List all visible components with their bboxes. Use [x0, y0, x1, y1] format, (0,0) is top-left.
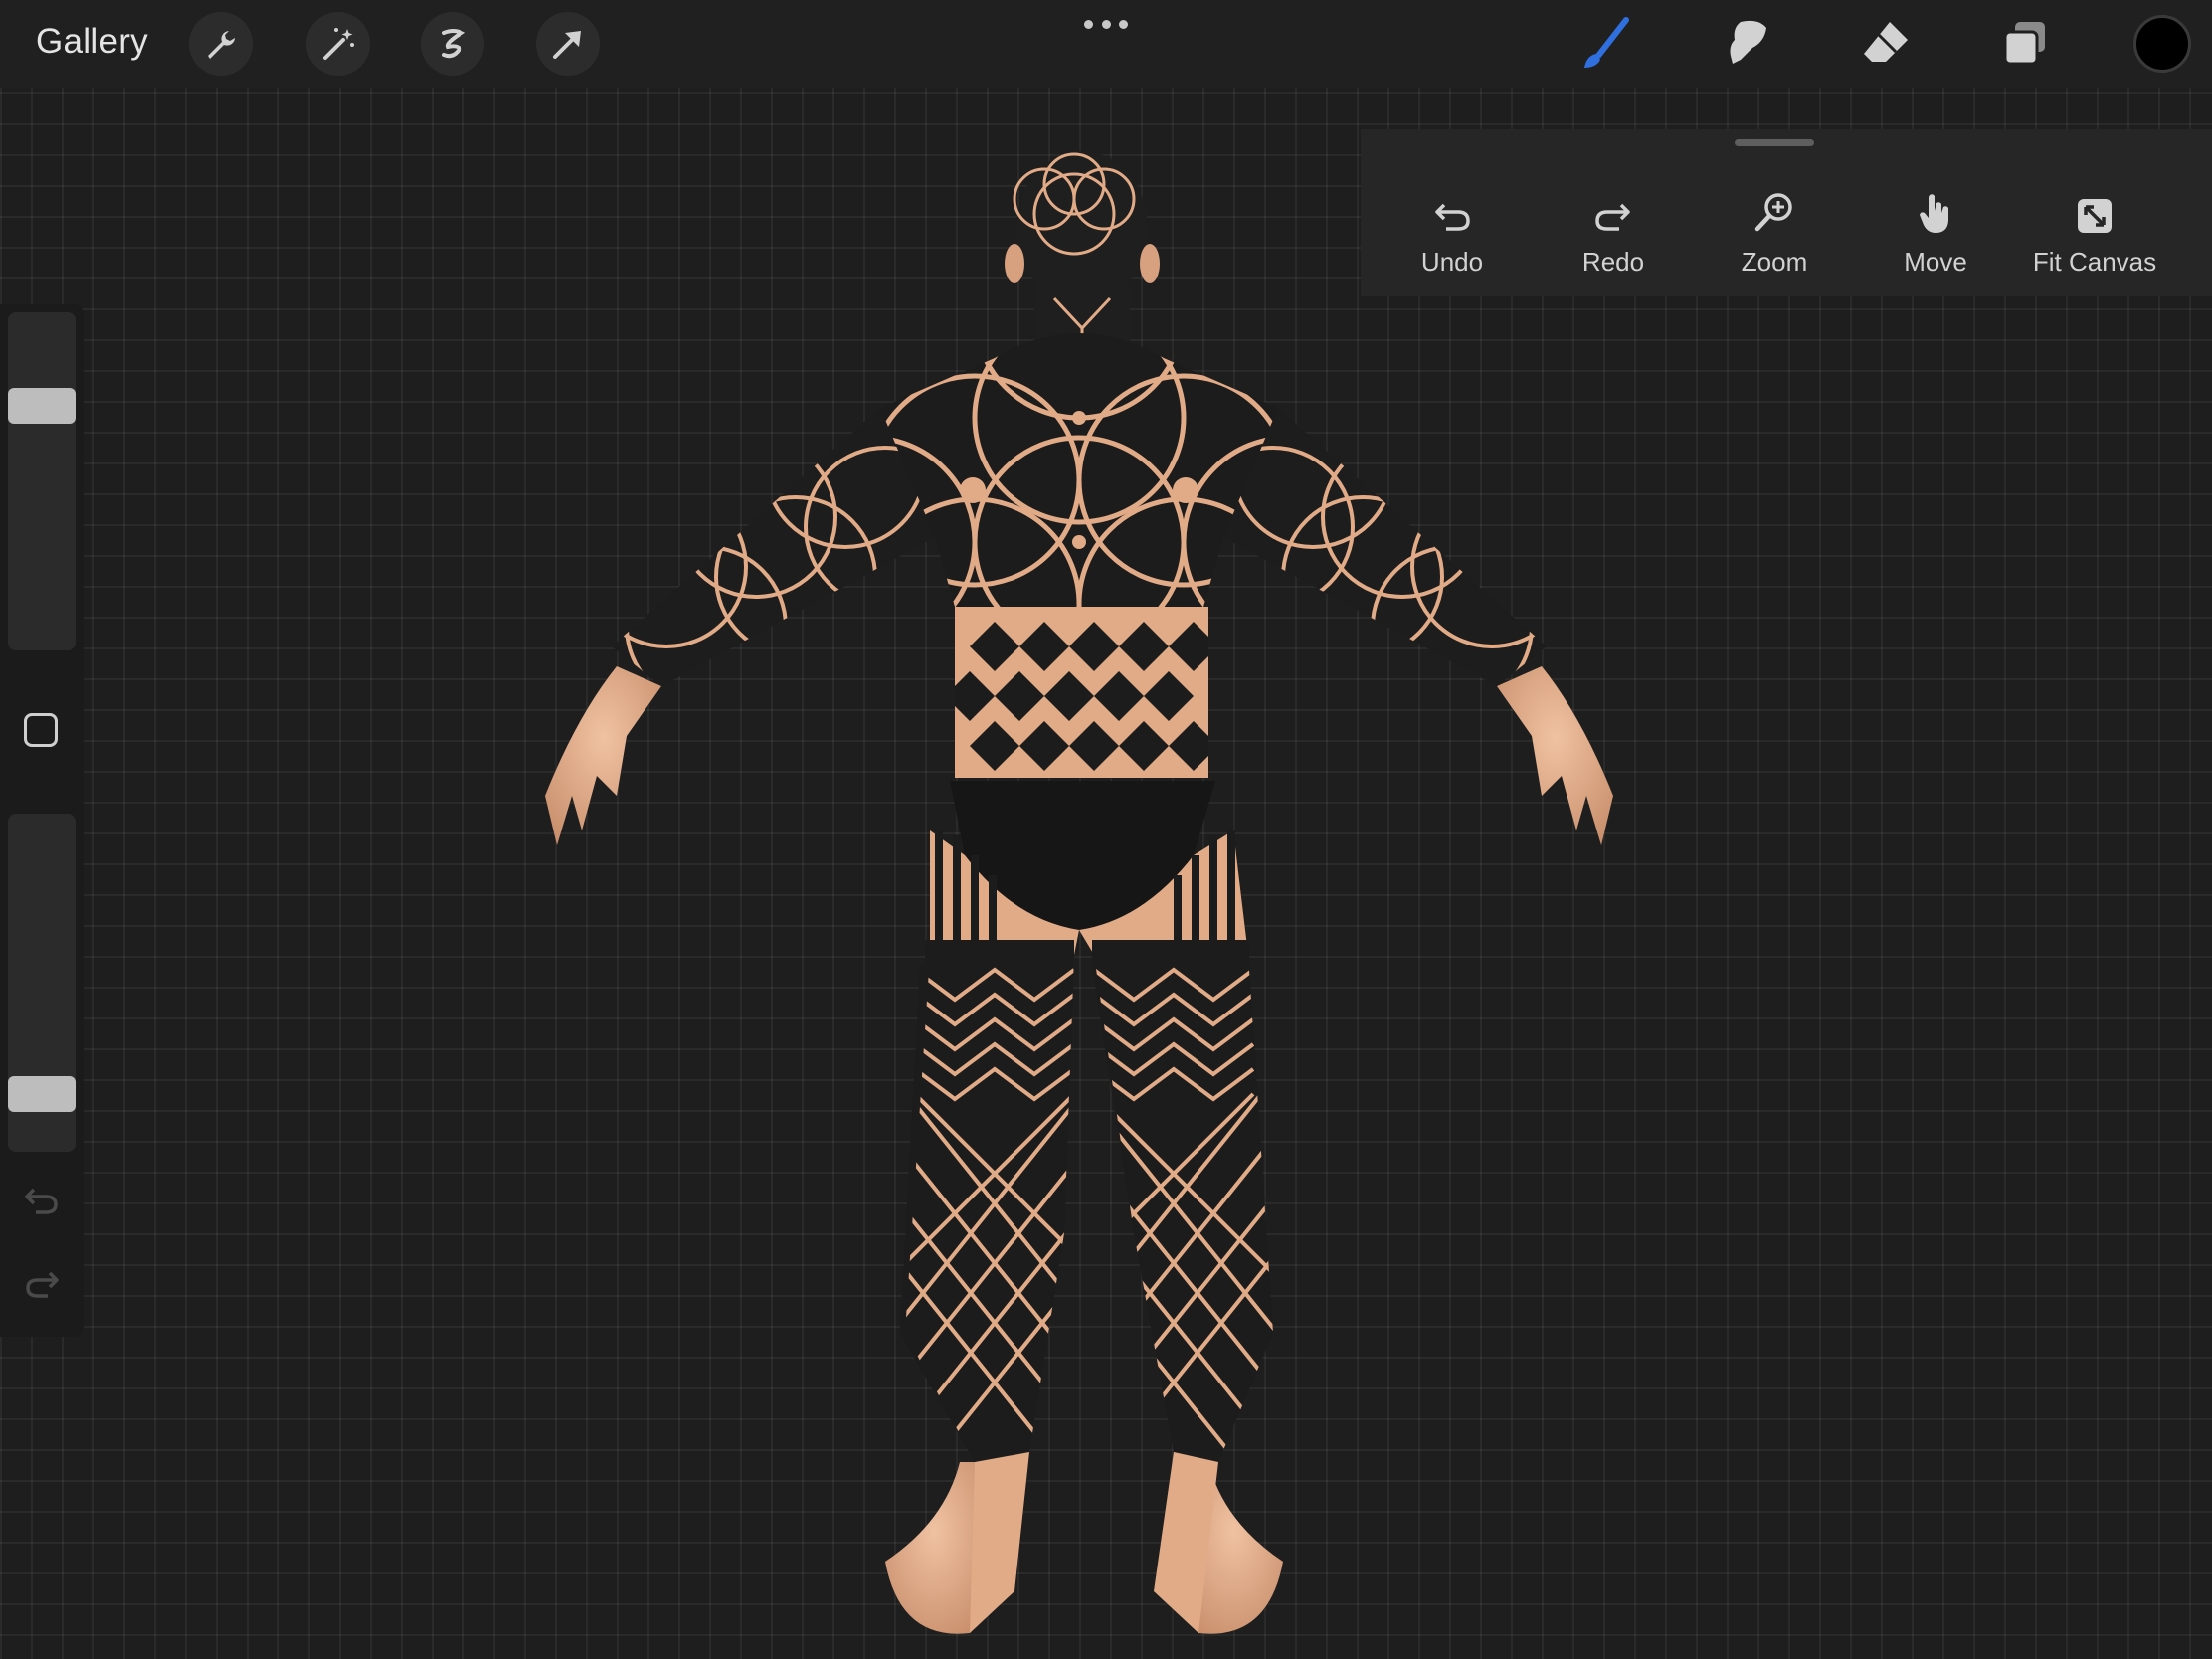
adjustments-button[interactable] — [306, 12, 370, 76]
eraser-icon — [1864, 22, 1908, 62]
gallery-button[interactable]: Gallery — [36, 22, 148, 62]
move-label: Move — [1904, 247, 1967, 276]
color-picker-button[interactable] — [2133, 15, 2191, 73]
redo-icon — [1595, 203, 1630, 231]
panel-grabber[interactable] — [1735, 139, 1814, 146]
opacity-slider-thumb[interactable] — [8, 1076, 76, 1113]
sidebar-undo-icon[interactable] — [22, 1184, 62, 1219]
move-button[interactable]: Move — [1855, 187, 2016, 277]
zoom-label: Zoom — [1741, 247, 1808, 276]
eraser-tool-button[interactable] — [1856, 14, 1916, 74]
undo-button[interactable]: Undo — [1372, 187, 1533, 277]
undo-label: Undo — [1420, 247, 1484, 276]
zoom-button[interactable]: Zoom — [1694, 187, 1855, 277]
smudge-icon — [1730, 20, 1766, 64]
smudge-tool-button[interactable] — [1717, 14, 1776, 74]
selection-button[interactable] — [421, 12, 484, 76]
magic-wand-icon — [323, 28, 354, 60]
brush-icon — [1584, 17, 1629, 68]
redo-label: Redo — [1581, 247, 1645, 276]
sidebar-redo-icon[interactable] — [22, 1267, 62, 1303]
brush-size-slider-thumb[interactable] — [8, 388, 76, 424]
transform-button[interactable] — [536, 12, 600, 76]
hand-icon — [1920, 194, 1948, 233]
fit-canvas-button[interactable]: Fit Canvas — [2014, 187, 2175, 277]
fit-canvas-icon — [2078, 199, 2112, 233]
brush-size-slider[interactable] — [8, 312, 76, 650]
transform-arrow-icon — [553, 31, 581, 59]
wrench-icon — [208, 31, 235, 59]
undo-icon — [1435, 203, 1470, 231]
redo-button[interactable]: Redo — [1533, 187, 1694, 277]
modify-button[interactable] — [24, 713, 58, 747]
layers-button[interactable] — [1995, 14, 2055, 74]
layers-icon — [2003, 22, 2045, 66]
zoom-icon — [1754, 193, 1792, 232]
selection-icon — [442, 29, 466, 59]
more-options-icon[interactable] — [1084, 20, 1128, 30]
fit-canvas-label: Fit Canvas — [2032, 247, 2157, 276]
brush-tool-button[interactable] — [1576, 14, 1636, 74]
actions-button[interactable] — [189, 12, 253, 76]
